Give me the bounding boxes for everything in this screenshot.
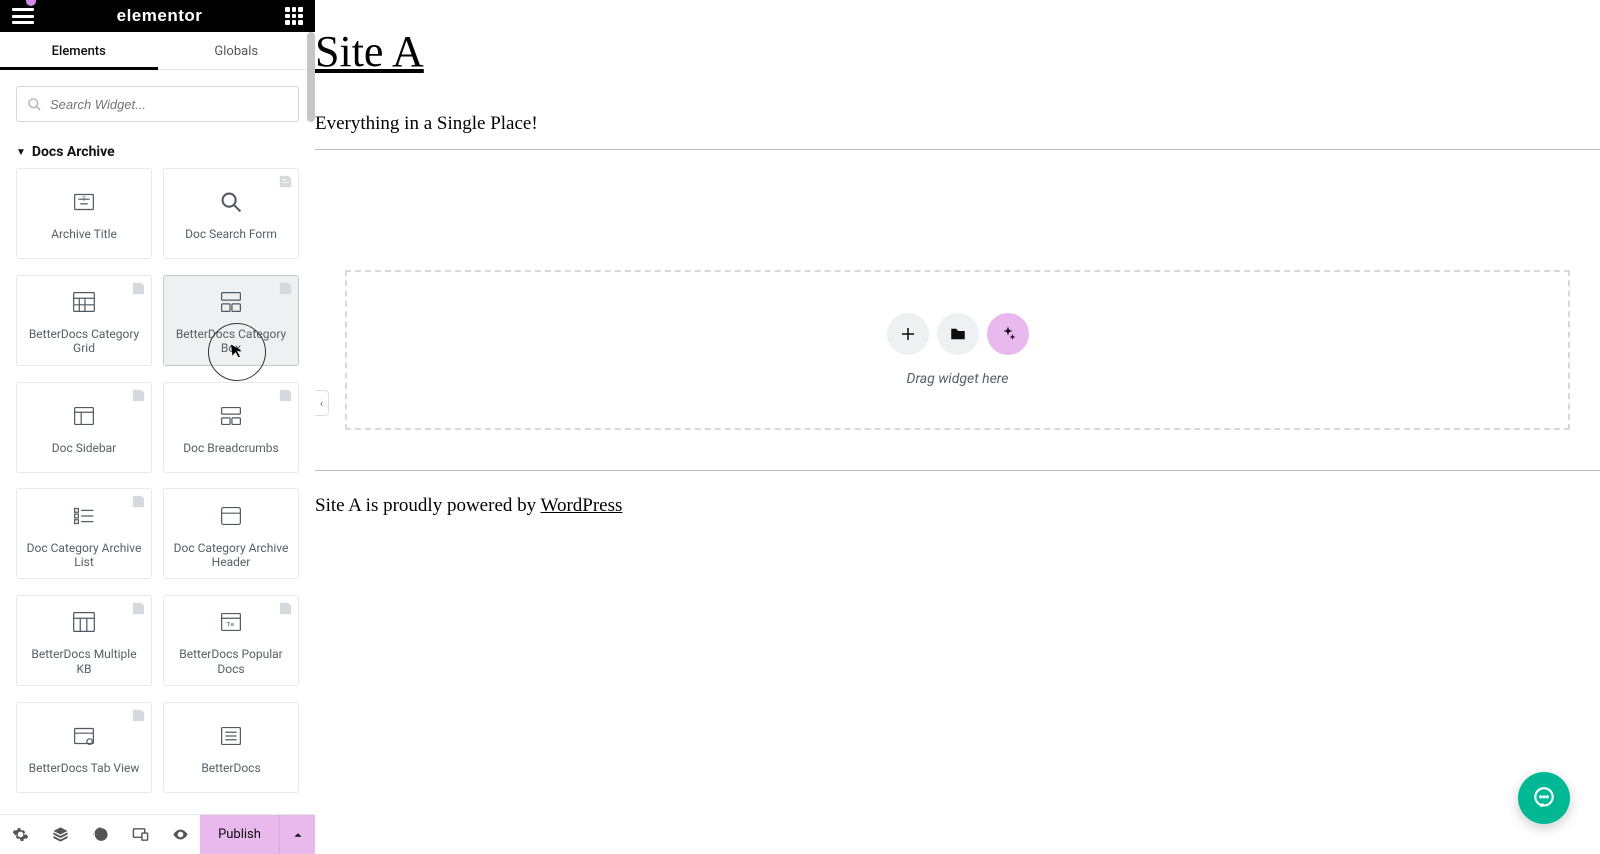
drop-area[interactable]: Drag widget here [345,270,1570,430]
chevron-up-icon [291,828,305,842]
tab-globals[interactable]: Globals [158,32,316,69]
popular-docs-icon: T≡ [216,607,246,637]
widget-label: BetterDocs Category Grid [23,327,145,356]
section-docs-archive[interactable]: ▼ Docs Archive [0,126,315,168]
add-template-button[interactable] [937,313,979,355]
history-button[interactable] [80,815,120,854]
widget-doc-search-form[interactable]: Doc Search Form [163,168,299,259]
search-form-icon [216,187,246,217]
responsive-button[interactable] [120,815,160,854]
logo-text: elementor [117,6,203,26]
menu-icon[interactable] [12,8,34,24]
search-widget[interactable] [16,86,299,122]
svg-text:T≡: T≡ [226,621,234,629]
archive-list-icon [69,501,99,531]
widget-label: BetterDocs Popular Docs [170,647,292,676]
pro-badge-icon [278,388,293,403]
sparkle-icon [999,325,1017,343]
site-title[interactable]: Site A [315,0,1600,95]
drop-buttons [887,313,1029,355]
widget-betterdocs-generic[interactable]: BetterDocs [163,702,299,793]
preview-canvas: Site A Everything in a Single Place! Dra… [315,0,1600,854]
widget-label: Doc Search Form [185,227,277,241]
add-section-button[interactable] [887,313,929,355]
archive-title-icon: T [69,187,99,217]
category-grid-icon [69,287,99,317]
tab-view-icon [69,721,99,751]
pro-badge-icon [131,388,146,403]
widget-doc-category-archive-header[interactable]: Doc Category Archive Header [163,488,299,579]
site-footer: Site A is proudly powered by WordPress [315,471,1600,541]
widget-label: Archive Title [51,227,117,241]
widgets-grid: T Archive Title Doc Search Form BetterDo… [0,168,315,814]
search-input[interactable] [50,97,288,112]
panel-footer: Publish [0,814,315,854]
chevron-left-icon: ‹ [320,397,323,410]
breadcrumbs-icon [216,401,246,431]
svg-text:T: T [82,195,86,203]
eye-icon [172,826,189,843]
chat-button[interactable] [1518,772,1570,824]
widget-label: BetterDocs [201,761,260,775]
settings-button[interactable] [0,815,40,854]
pro-badge-icon [131,708,146,723]
pro-badge-icon [278,601,293,616]
widget-betterdocs-category-box[interactable]: BetterDocs Category Box [163,275,299,366]
navigator-button[interactable] [40,815,80,854]
widget-doc-sidebar[interactable]: Doc Sidebar [16,382,152,473]
widget-betterdocs-multiple-kb[interactable]: BetterDocs Multiple KB [16,595,152,686]
caret-down-icon: ▼ [16,147,26,158]
tagline: Everything in a Single Place! [315,95,1600,149]
category-box-icon [216,287,246,317]
panel-tabs: Elements Globals [0,32,315,70]
widget-label: Doc Sidebar [52,441,116,455]
ai-button[interactable] [987,313,1029,355]
widget-label: BetterDocs Tab View [29,761,140,775]
widget-label: Doc Category Archive Header [170,541,292,570]
betterdocs-icon [216,721,246,751]
responsive-icon [132,826,149,843]
widget-label: Doc Breadcrumbs [183,441,278,455]
history-icon [92,826,109,843]
preview-button[interactable] [160,815,200,854]
pro-badge-icon [278,174,293,189]
wordpress-link[interactable]: WordPress [541,495,623,516]
widget-betterdocs-tab-view[interactable]: BetterDocs Tab View [16,702,152,793]
apps-icon[interactable] [285,7,303,25]
widget-betterdocs-category-grid[interactable]: BetterDocs Category Grid [16,275,152,366]
pro-badge-icon [131,281,146,296]
multiple-kb-icon [69,607,99,637]
tab-elements[interactable]: Elements [0,32,158,69]
panel-collapse-button[interactable]: ‹ [315,390,329,416]
doc-sidebar-icon [69,401,99,431]
widget-label: BetterDocs Category Box [170,327,292,356]
widget-archive-title[interactable]: T Archive Title [16,168,152,259]
chat-icon [1531,785,1557,811]
notification-dot [26,0,36,6]
search-icon [27,97,42,112]
layers-icon [52,826,69,843]
widget-label: Doc Category Archive List [23,541,145,570]
drop-hint: Drag widget here [907,371,1009,387]
search-wrap [0,70,315,126]
widget-doc-category-archive-list[interactable]: Doc Category Archive List [16,488,152,579]
pro-badge-icon [278,281,293,296]
widget-label: BetterDocs Multiple KB [23,647,145,676]
widget-doc-breadcrumbs[interactable]: Doc Breadcrumbs [163,382,299,473]
gear-icon [12,826,29,843]
powered-by-text: Site A is proudly powered by [315,495,541,516]
publish-options-button[interactable] [279,815,315,854]
elementor-panel: elementor Elements Globals ▼ Docs Archiv… [0,0,315,854]
archive-header-icon [216,501,246,531]
folder-icon [949,325,967,343]
pro-badge-icon [131,494,146,509]
pro-badge-icon [131,601,146,616]
publish-button[interactable]: Publish [200,815,279,854]
widget-betterdocs-popular-docs[interactable]: T≡ BetterDocs Popular Docs [163,595,299,686]
plus-icon [899,325,917,343]
divider [315,149,1600,150]
section-title-label: Docs Archive [32,144,115,160]
panel-header: elementor [0,0,315,32]
